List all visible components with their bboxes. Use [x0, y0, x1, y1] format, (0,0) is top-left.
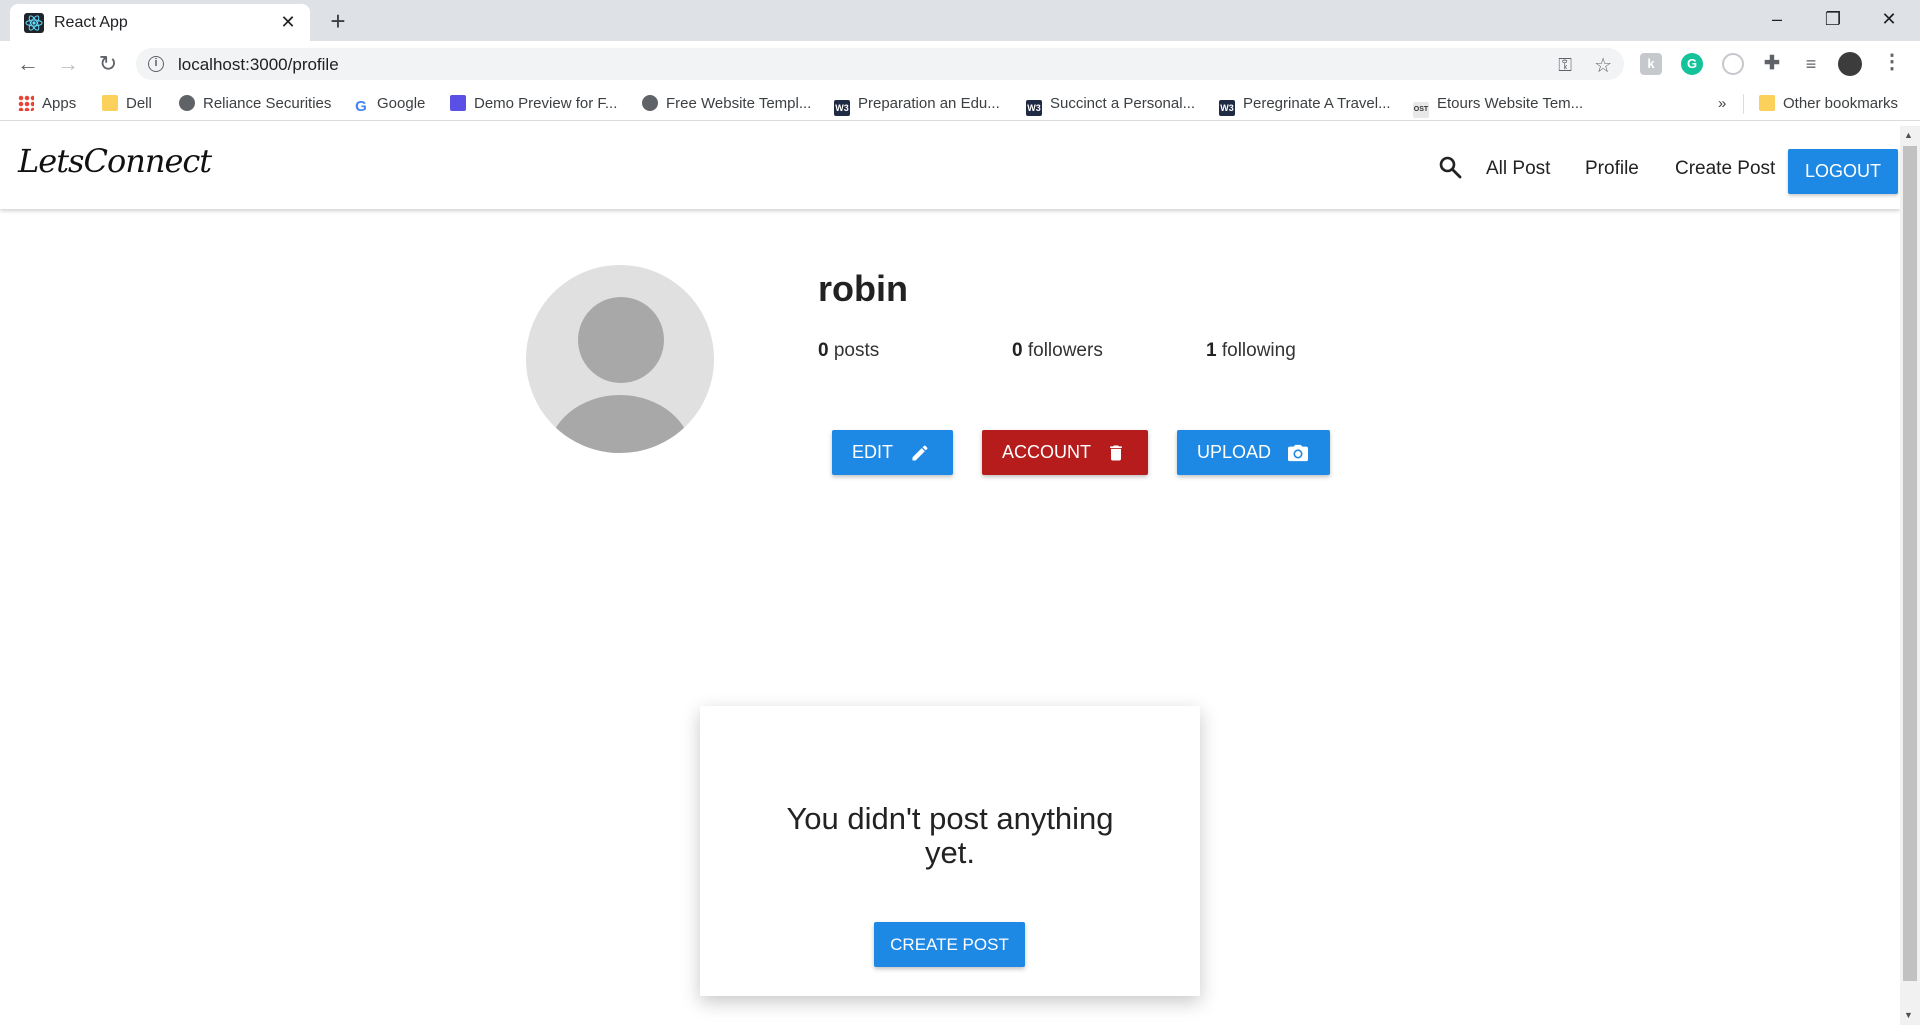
extension-circle-icon[interactable] — [1722, 53, 1744, 75]
site-info-icon[interactable]: i — [148, 56, 164, 72]
trash-icon — [1110, 445, 1122, 461]
bookmarks-divider — [1743, 94, 1744, 114]
extensions-puzzle-icon[interactable]: ✚ — [1761, 53, 1783, 75]
bookmark-star-icon[interactable]: ☆ — [1594, 53, 1612, 78]
empty-posts-message: You didn't post anything yet. — [786, 801, 1114, 870]
more-bookmarks-icon[interactable]: » — [1718, 95, 1726, 112]
bookmark-other[interactable]: Other bookmarks — [1759, 95, 1898, 112]
page-scrollbar[interactable]: ▲ ▼ — [1900, 126, 1920, 1025]
tab-title: React App — [54, 14, 128, 31]
avatar-head-shape — [578, 297, 664, 383]
restore-window-icon[interactable]: ❐ — [1805, 0, 1861, 38]
following-label: following — [1221, 340, 1296, 361]
app-navbar: LetsConnect All Post Profile Create Post… — [0, 126, 1900, 209]
w3-icon: W3 — [834, 100, 850, 116]
w3-icon: W3 — [1219, 100, 1235, 116]
logout-button[interactable]: LOGOUT — [1788, 149, 1898, 194]
back-arrow-icon[interactable]: ← — [12, 48, 44, 80]
chrome-profile-avatar[interactable] — [1838, 52, 1862, 76]
edit-profile-button[interactable]: EDIT — [832, 430, 953, 475]
react-favicon-icon — [24, 13, 44, 33]
bookmarks-bar: Apps Dell Reliance Securities G Google De… — [0, 87, 1920, 121]
profile-username: robin — [818, 268, 908, 309]
bookmark-demo-preview[interactable]: Demo Preview for F... — [450, 95, 617, 112]
avatar-body-shape — [548, 395, 692, 453]
bookmark-succinct[interactable]: W3 Succinct a Personal... — [1026, 95, 1195, 116]
browser-tab-strip: React App ✕ + – ❐ ✕ — [0, 0, 1920, 41]
reload-icon[interactable]: ↻ — [92, 48, 124, 80]
bookmark-reliance[interactable]: Reliance Securities — [179, 95, 331, 112]
followers-label: followers — [1027, 340, 1103, 361]
scroll-up-arrow-icon[interactable]: ▲ — [1904, 130, 1913, 140]
close-window-icon[interactable]: ✕ — [1861, 0, 1917, 38]
grammarly-icon[interactable]: G — [1681, 53, 1703, 75]
apps-grid-icon — [18, 95, 34, 111]
new-tab-icon[interactable]: + — [324, 7, 352, 35]
browser-toolbar: ← → ↻ i localhost:3000/profile ⚿ ☆ k G ✚… — [0, 41, 1920, 87]
nav-link-profile[interactable]: Profile — [1585, 158, 1639, 180]
bookmark-preparation[interactable]: W3 Preparation an Edu... — [834, 95, 1000, 116]
demo-icon — [450, 95, 466, 111]
folder-icon — [1759, 95, 1775, 111]
app-logo[interactable]: LetsConnect — [18, 142, 212, 180]
folder-icon — [102, 95, 118, 111]
bookmark-google[interactable]: G Google — [353, 95, 425, 115]
followers-count: 0 — [1012, 340, 1023, 361]
scroll-down-arrow-icon[interactable]: ▼ — [1904, 1010, 1913, 1020]
pencil-icon — [912, 445, 928, 461]
stat-following[interactable]: 1 following — [1206, 340, 1296, 362]
minimize-window-icon[interactable]: – — [1749, 0, 1805, 38]
stat-posts: 0 posts — [818, 340, 879, 362]
stat-followers[interactable]: 0 followers — [1012, 340, 1103, 362]
app-viewport: LetsConnect All Post Profile Create Post… — [0, 126, 1900, 1025]
bookmark-apps[interactable]: Apps — [18, 95, 76, 112]
camera-icon — [1288, 444, 1308, 462]
extension-icon[interactable]: k — [1640, 53, 1662, 75]
google-icon: G — [355, 98, 367, 115]
media-control-icon[interactable]: ≡ — [1800, 53, 1822, 75]
profile-avatar[interactable] — [526, 265, 714, 453]
forward-arrow-icon[interactable]: → — [52, 48, 84, 80]
browser-tab[interactable]: React App ✕ — [10, 4, 310, 41]
upload-photo-button[interactable]: UPLOAD — [1177, 430, 1330, 475]
following-count: 1 — [1206, 340, 1217, 361]
bookmark-peregrinate[interactable]: W3 Peregrinate A Travel... — [1219, 95, 1391, 116]
scrollbar-thumb[interactable] — [1903, 146, 1917, 981]
nav-link-create-post[interactable]: Create Post — [1675, 158, 1775, 180]
close-tab-icon[interactable]: ✕ — [276, 10, 300, 34]
account-button-label: ACCOUNT — [1002, 442, 1091, 462]
address-bar[interactable]: i localhost:3000/profile ⚿ ☆ — [136, 48, 1624, 80]
delete-account-button[interactable]: ACCOUNT — [982, 430, 1148, 475]
create-post-button[interactable]: CREATE POST — [874, 922, 1025, 967]
bookmark-dell[interactable]: Dell — [102, 95, 152, 112]
posts-count: 0 — [818, 340, 829, 361]
bookmark-free-website[interactable]: Free Website Templ... — [642, 95, 811, 112]
nav-link-all-post[interactable]: All Post — [1486, 158, 1550, 180]
posts-label: posts — [833, 340, 880, 361]
password-key-icon[interactable]: ⚿ — [1558, 55, 1572, 76]
globe-icon — [179, 95, 195, 111]
chrome-menu-icon[interactable]: ⋮ — [1882, 49, 1902, 74]
edit-button-label: EDIT — [852, 442, 894, 462]
bookmark-etours[interactable]: OST Etours Website Tem... — [1413, 95, 1583, 118]
globe-icon — [642, 95, 658, 111]
search-icon[interactable] — [1438, 155, 1462, 179]
upload-button-label: UPLOAD — [1197, 442, 1272, 462]
url-text[interactable]: localhost:3000/profile — [178, 55, 339, 75]
ost-icon: OST — [1413, 102, 1429, 118]
empty-posts-card: You didn't post anything yet. CREATE POS… — [700, 706, 1200, 996]
w3-icon: W3 — [1026, 100, 1042, 116]
